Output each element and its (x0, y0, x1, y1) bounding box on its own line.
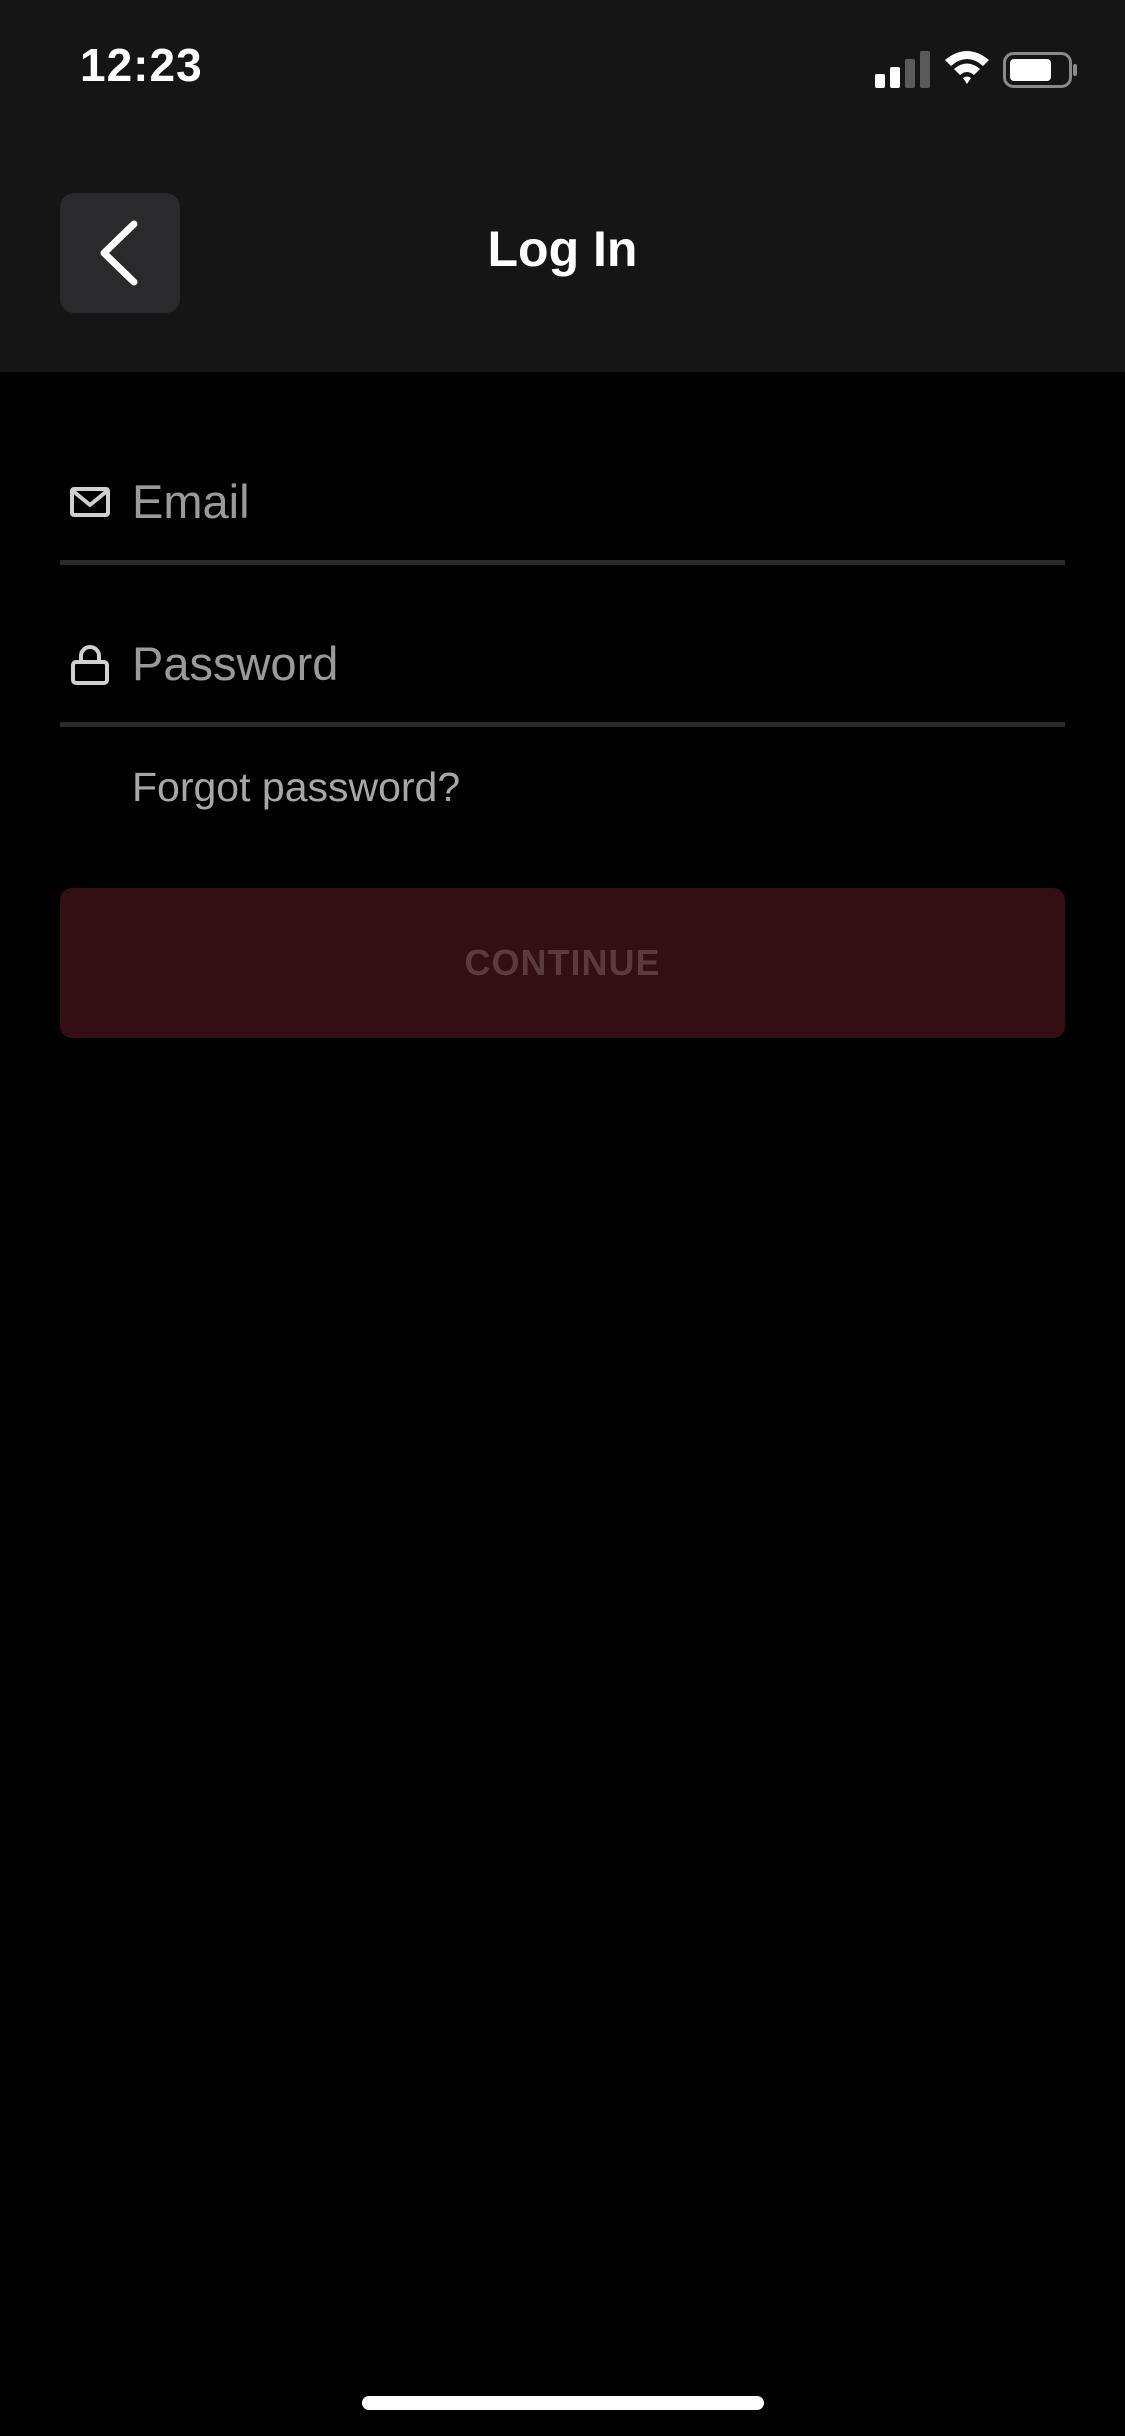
email-field (60, 450, 1065, 565)
home-indicator (362, 2396, 764, 2410)
email-input[interactable] (132, 468, 1032, 534)
top-header: 12:23 Log In (0, 0, 1125, 372)
mail-icon (70, 487, 110, 517)
status-icons (875, 48, 1085, 92)
status-time: 12:23 (80, 39, 203, 91)
continue-button[interactable]: CONTINUE (60, 888, 1065, 1038)
lock-icon (71, 645, 109, 685)
page-title: Log In (487, 221, 638, 277)
battery-icon (1003, 52, 1077, 88)
password-input[interactable] (132, 630, 1032, 696)
forgot-password-link[interactable]: Forgot password? (132, 764, 460, 811)
cellular-signal-icon (875, 51, 930, 88)
wifi-icon (945, 51, 989, 84)
password-field (60, 612, 1065, 727)
